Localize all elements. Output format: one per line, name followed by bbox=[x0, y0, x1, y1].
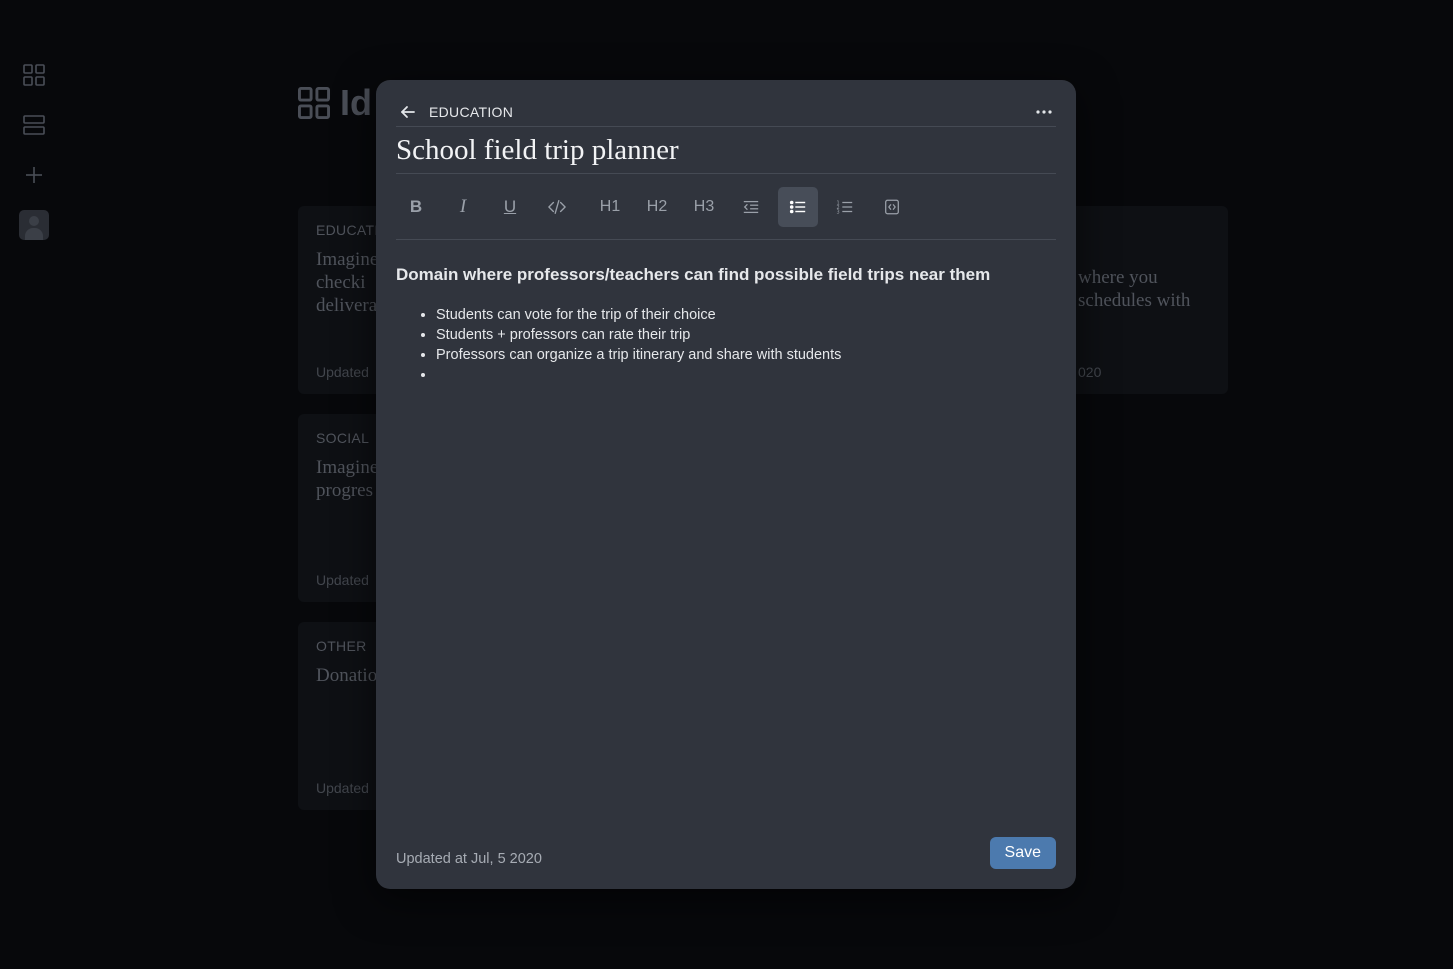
list-item: Students can vote for the trip of their … bbox=[436, 305, 1056, 325]
code-block-icon bbox=[885, 199, 899, 215]
back-button[interactable] bbox=[396, 100, 420, 124]
card-updated: Updated bbox=[316, 364, 369, 380]
updated-timestamp: Updated at Jul, 5 2020 bbox=[396, 851, 542, 867]
card-updated: Updated bbox=[316, 572, 369, 588]
heading-1-button[interactable]: H1 bbox=[590, 187, 630, 227]
list-view-icon[interactable] bbox=[23, 114, 45, 136]
save-button[interactable]: Save bbox=[989, 837, 1056, 869]
page-title-text: Id bbox=[340, 82, 372, 123]
list-item: Professors can organize a trip itinerary… bbox=[436, 345, 1056, 365]
code-button[interactable] bbox=[537, 187, 577, 227]
svg-text:3: 3 bbox=[836, 209, 839, 215]
modal-footer: Updated at Jul, 5 2020 Save bbox=[396, 837, 1056, 869]
code-block-button[interactable] bbox=[872, 187, 912, 227]
list-item bbox=[436, 365, 1056, 385]
numbered-list-icon: 1 2 3 bbox=[836, 200, 853, 215]
more-horizontal-icon bbox=[1036, 110, 1052, 114]
list-item: Students + professors can rate their tri… bbox=[436, 325, 1056, 345]
card-text: where you schedules with bbox=[1078, 267, 1191, 311]
rich-text-editor[interactable]: Domain where professors/teachers can fin… bbox=[396, 265, 1056, 385]
content-heading: Domain where professors/teachers can fin… bbox=[396, 265, 991, 284]
underline-button[interactable]: U bbox=[490, 187, 530, 227]
idea-card[interactable]: where you schedules with 020 bbox=[1060, 206, 1228, 394]
title-input[interactable] bbox=[396, 128, 1056, 174]
idea-editor-modal: EDUCATION B I U H1 H2 H3 bbox=[376, 80, 1076, 889]
outdent-icon bbox=[743, 200, 759, 214]
bullet-list-icon bbox=[789, 200, 806, 214]
add-icon[interactable] bbox=[23, 164, 45, 186]
grid-view-icon[interactable] bbox=[23, 64, 45, 86]
card-updated: 020 bbox=[1078, 364, 1102, 380]
card-updated: Updated bbox=[316, 780, 369, 796]
bullet-list: Students can vote for the trip of their … bbox=[396, 305, 1056, 385]
heading-2-button[interactable]: H2 bbox=[637, 187, 677, 227]
modal-header: EDUCATION bbox=[396, 98, 1056, 127]
editor-toolbar: B I U H1 H2 H3 1 2 3 bbox=[396, 183, 1056, 240]
italic-button[interactable]: I bbox=[443, 187, 483, 227]
arrow-left-icon bbox=[401, 106, 415, 118]
heading-3-button[interactable]: H3 bbox=[684, 187, 724, 227]
numbered-list-button[interactable]: 1 2 3 bbox=[825, 187, 865, 227]
avatar[interactable] bbox=[19, 210, 49, 240]
page-title: Id bbox=[298, 82, 372, 124]
grid-icon bbox=[298, 87, 330, 119]
category-label: EDUCATION bbox=[429, 104, 514, 120]
more-options-button[interactable] bbox=[1032, 100, 1056, 124]
bold-button[interactable]: B bbox=[396, 187, 436, 227]
code-icon bbox=[548, 200, 566, 214]
outdent-button[interactable] bbox=[731, 187, 771, 227]
bullet-list-button[interactable] bbox=[778, 187, 818, 227]
